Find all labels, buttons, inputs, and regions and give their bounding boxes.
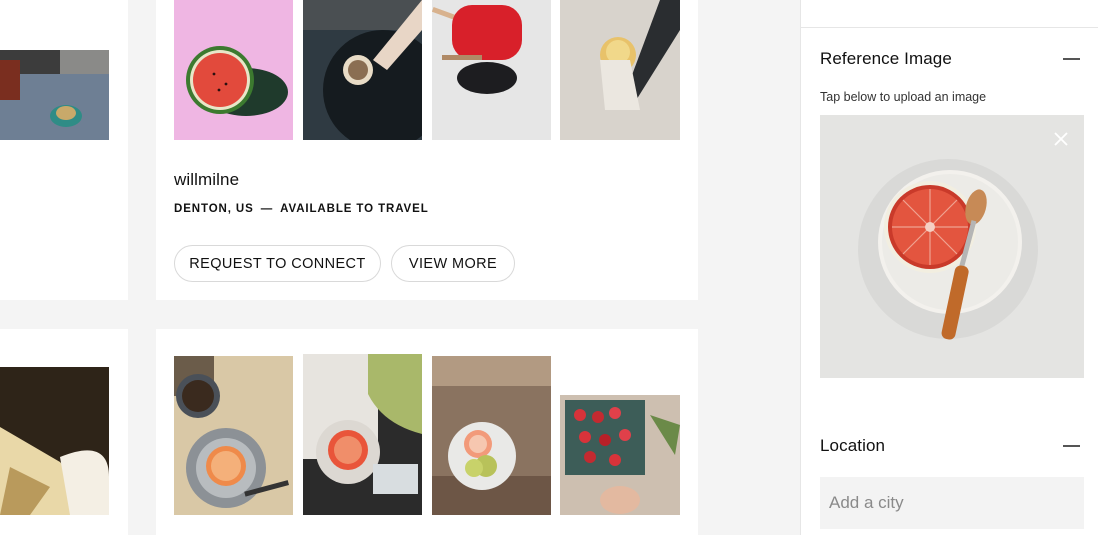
profile-photo[interactable] bbox=[303, 0, 422, 140]
profile-location: DENTON, US bbox=[174, 203, 254, 215]
profile-photo[interactable] bbox=[432, 0, 551, 140]
profile-photo[interactable] bbox=[0, 367, 109, 515]
divider bbox=[801, 27, 1098, 28]
profile-photo[interactable] bbox=[0, 50, 109, 140]
profile-photo[interactable] bbox=[560, 395, 680, 515]
profile-photo[interactable] bbox=[560, 0, 680, 140]
profile-availability: AVAILABLE TO TRAVEL bbox=[280, 203, 429, 215]
reference-image-title: Reference Image bbox=[820, 49, 952, 68]
profile-photo[interactable] bbox=[303, 354, 422, 515]
minus-icon[interactable] bbox=[1063, 58, 1080, 60]
profile-photo[interactable] bbox=[174, 356, 293, 515]
profile-meta: DENTON, US — AVAILABLE TO TRAVEL bbox=[174, 203, 429, 215]
profile-photo[interactable] bbox=[174, 0, 293, 140]
profile-card-left-1 bbox=[0, 0, 128, 300]
profile-username[interactable]: willmilne bbox=[174, 170, 239, 190]
close-icon[interactable] bbox=[1052, 130, 1070, 148]
request-to-connect-button[interactable]: REQUEST TO CONNECT bbox=[174, 245, 381, 282]
minus-icon[interactable] bbox=[1063, 445, 1080, 447]
location-title: Location bbox=[820, 436, 886, 455]
view-more-button[interactable]: VIEW MORE bbox=[391, 245, 515, 282]
city-input[interactable] bbox=[820, 477, 1084, 529]
filter-sidebar: Reference Image Tap below to upload an i… bbox=[800, 0, 1098, 535]
meta-separator: — bbox=[260, 203, 274, 215]
reference-image-upload[interactable] bbox=[820, 115, 1084, 378]
profile-photo[interactable] bbox=[432, 356, 551, 515]
upload-hint: Tap below to upload an image bbox=[820, 90, 987, 104]
profile-card-left-2 bbox=[0, 329, 128, 535]
